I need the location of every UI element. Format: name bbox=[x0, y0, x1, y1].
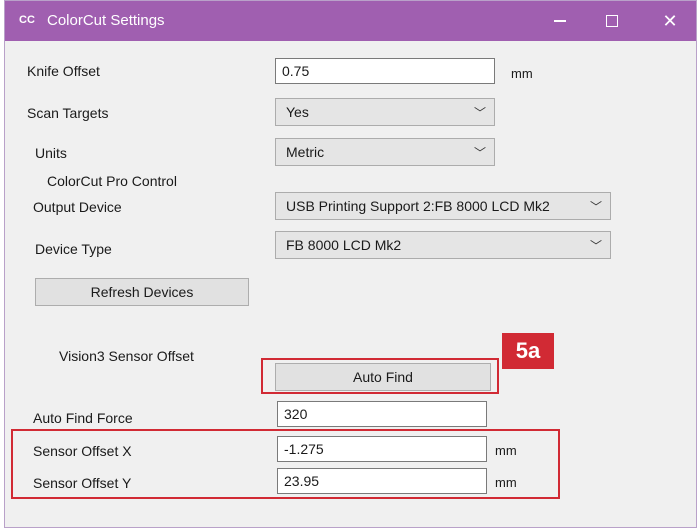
sensor-offset-y-label: Sensor Offset Y bbox=[33, 475, 132, 491]
sensor-offset-y-unit: mm bbox=[495, 475, 517, 490]
device-type-select[interactable]: FB 8000 LCD Mk2 ﹀ bbox=[275, 231, 611, 259]
chevron-down-icon: ﹀ bbox=[589, 200, 602, 214]
chevron-down-icon: ﹀ bbox=[589, 239, 602, 253]
auto-find-force-label: Auto Find Force bbox=[33, 410, 133, 426]
title-bar[interactable]: CC ColorCut Settings ✕ bbox=[5, 1, 696, 41]
output-device-label: Output Device bbox=[33, 199, 122, 215]
units-select[interactable]: Metric ﹀ bbox=[275, 138, 495, 166]
device-type-value: FB 8000 LCD Mk2 bbox=[286, 237, 402, 253]
refresh-devices-button[interactable]: Refresh Devices bbox=[35, 278, 249, 306]
output-device-select[interactable]: USB Printing Support 2:FB 8000 LCD Mk2 ﹀ bbox=[275, 192, 611, 220]
knife-offset-unit: mm bbox=[511, 66, 533, 81]
device-type-label: Device Type bbox=[35, 241, 112, 257]
sensor-offset-x-unit: mm bbox=[495, 443, 517, 458]
colorcut-pro-control-heading: ColorCut Pro Control bbox=[47, 173, 177, 189]
sensor-offset-x-input[interactable]: -1.275 bbox=[277, 436, 487, 462]
knife-offset-label: Knife Offset bbox=[27, 63, 100, 79]
close-icon: ✕ bbox=[662, 11, 678, 31]
units-value: Metric bbox=[286, 144, 325, 160]
scan-targets-label: Scan Targets bbox=[27, 105, 109, 121]
auto-find-force-input[interactable]: 320 bbox=[277, 401, 487, 427]
chevron-down-icon: ﹀ bbox=[473, 106, 486, 120]
window-title: ColorCut Settings bbox=[47, 12, 165, 29]
minimize-icon bbox=[554, 20, 566, 22]
auto-find-button[interactable]: Auto Find bbox=[275, 363, 491, 391]
settings-window: CC ColorCut Settings ✕ Knife Offset 0.75… bbox=[4, 0, 697, 528]
scan-targets-select[interactable]: Yes ﹀ bbox=[275, 98, 495, 126]
step-badge: 5a bbox=[502, 333, 554, 369]
scan-targets-value: Yes bbox=[286, 104, 309, 120]
vision3-sensor-offset-heading: Vision3 Sensor Offset bbox=[59, 348, 194, 364]
sensor-offset-x-label: Sensor Offset X bbox=[33, 443, 132, 459]
maximize-button[interactable] bbox=[589, 1, 635, 41]
units-label: Units bbox=[35, 145, 67, 161]
knife-offset-input[interactable]: 0.75 bbox=[275, 58, 495, 84]
maximize-icon bbox=[606, 14, 618, 27]
close-button[interactable]: ✕ bbox=[647, 1, 693, 41]
minimize-button[interactable] bbox=[537, 1, 583, 41]
chevron-down-icon: ﹀ bbox=[473, 146, 486, 160]
sensor-offset-y-input[interactable]: 23.95 bbox=[277, 468, 487, 494]
app-logo-icon: CC bbox=[19, 14, 35, 26]
output-device-value: USB Printing Support 2:FB 8000 LCD Mk2 bbox=[286, 198, 550, 214]
